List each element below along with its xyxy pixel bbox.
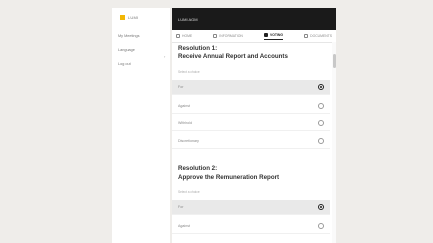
- resolution-2-option-against[interactable]: Against: [172, 219, 330, 234]
- tab-label: INFORMATION: [219, 34, 243, 38]
- resolution-2-number: Resolution 2:: [178, 165, 218, 172]
- chevron-right-icon: ›: [164, 54, 166, 59]
- resolution-1-title: Receive Annual Report and Accounts: [178, 53, 288, 60]
- tab-label: DOCUMENTS: [310, 34, 332, 38]
- tab-label: VOTING: [269, 32, 283, 37]
- tab-label: HOME: [182, 34, 193, 38]
- scrollbar-track[interactable]: [332, 42, 336, 243]
- tab-information[interactable]: INFORMATION: [213, 34, 243, 38]
- resolution-2-title: Approve the Remuneration Report: [178, 174, 280, 181]
- logo-icon: [120, 15, 125, 20]
- tab-documents[interactable]: DOCUMENTS: [304, 34, 332, 38]
- sidebar: LUMI My Meetings Language › Log out: [112, 8, 170, 243]
- sidebar-item-language[interactable]: Language: [118, 48, 135, 52]
- tab-home[interactable]: HOME: [176, 34, 192, 38]
- logo[interactable]: LUMI: [120, 15, 138, 20]
- meeting-title: LUMI AGM: [178, 16, 198, 22]
- scrollbar-thumb[interactable]: [332, 54, 336, 68]
- resolution-1-option-for[interactable]: For: [172, 80, 330, 95]
- radio-button[interactable]: [318, 120, 324, 126]
- radio-button[interactable]: [318, 84, 324, 90]
- resolution-1-subtitle: Select a choice: [178, 70, 200, 74]
- resolution-2-option-for[interactable]: For: [172, 200, 330, 215]
- header-bar: LUMI AGM: [172, 8, 336, 30]
- info-icon: [213, 34, 218, 38]
- main-panel: LUMI AGM HOME INFORMATION VOTING DOCUMEN…: [172, 8, 336, 243]
- tab-bar: HOME INFORMATION VOTING DOCUMENTS: [172, 30, 336, 43]
- radio-button[interactable]: [318, 223, 324, 229]
- radio-button[interactable]: [318, 103, 324, 109]
- radio-button[interactable]: [318, 204, 324, 210]
- sidebar-item-log-out[interactable]: Log out: [118, 62, 131, 66]
- option-label: Withhold: [178, 121, 192, 125]
- sidebar-item-my-meetings[interactable]: My Meetings: [118, 34, 140, 38]
- option-label: For: [178, 85, 184, 89]
- resolution-1-option-discretionary[interactable]: Discretionary: [172, 134, 330, 149]
- resolution-1-number: Resolution 1:: [178, 45, 218, 52]
- option-label: For: [178, 205, 184, 209]
- resolution-1-option-against[interactable]: Against: [172, 99, 330, 114]
- resolution-2-subtitle: Select a choice: [178, 190, 200, 194]
- vote-icon: [263, 32, 268, 37]
- home-icon: [176, 34, 180, 38]
- option-label: Discretionary: [178, 139, 199, 143]
- option-label: Against: [178, 224, 190, 228]
- radio-button[interactable]: [318, 138, 324, 144]
- document-icon: [304, 34, 309, 38]
- option-label: Against: [178, 104, 190, 108]
- tab-voting[interactable]: VOTING: [263, 32, 283, 40]
- resolution-1-option-withhold[interactable]: Withhold: [172, 116, 330, 131]
- logo-text: LUMI: [128, 15, 139, 20]
